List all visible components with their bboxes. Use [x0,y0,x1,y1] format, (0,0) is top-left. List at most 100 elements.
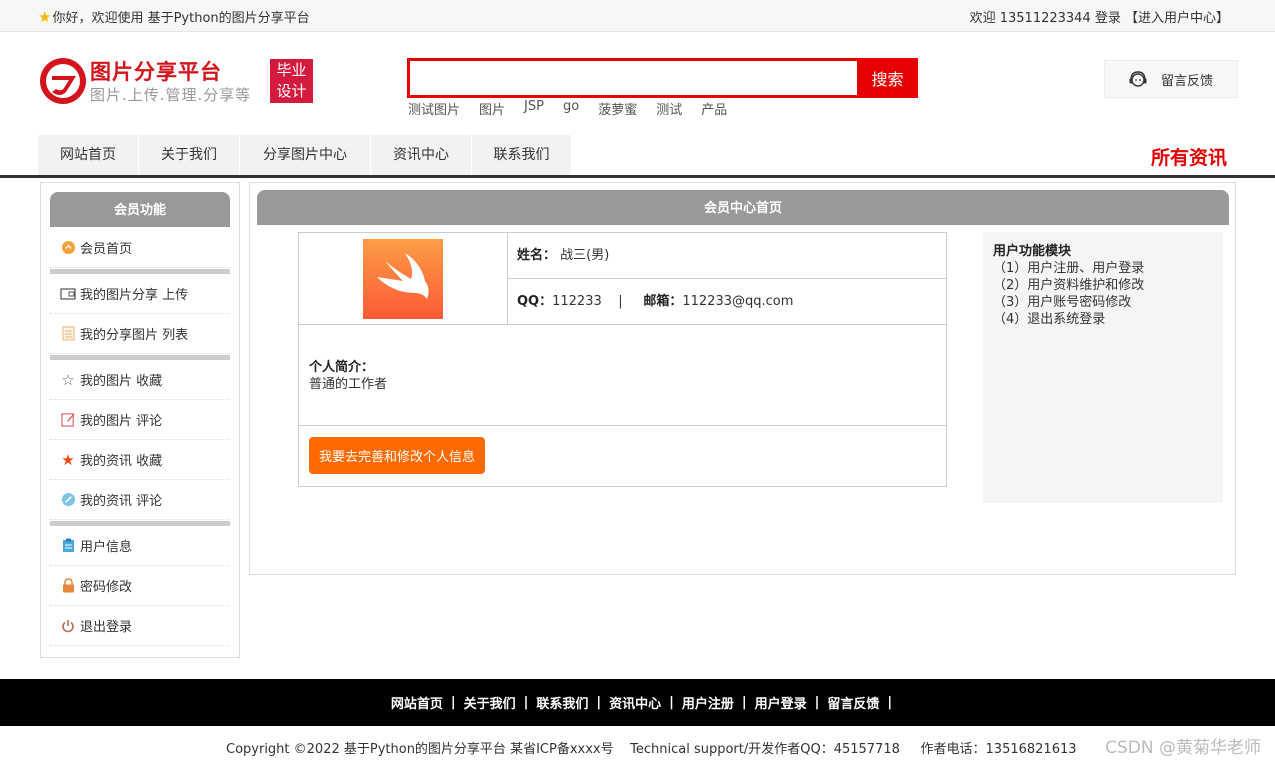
site-slogan: 图片.上传.管理.分享等 [90,86,252,104]
function-item: （2）用户资料维护和修改 [993,278,1145,293]
sidebar-title: 会员功能 [50,192,230,227]
function-item: （3）用户账号密码修改 [993,295,1132,310]
nav-item-contact[interactable]: 联系我们 [472,135,572,175]
nav-item-about[interactable]: 关于我们 [139,135,240,175]
feedback-label: 留言反馈 [1161,73,1214,89]
intro-label: 个人简介： [309,360,375,375]
footer-separator: | [814,695,820,710]
contact-separator: | [605,294,640,309]
csdn-watermark: CSDN @黄菊华老师 [1105,738,1261,758]
hot-keyword[interactable]: 测试 [656,99,682,118]
upload-icon [60,286,76,302]
footer-link-news[interactable]: 资讯中心 [609,693,661,712]
member-center-panel: 会员中心首页 姓名： 战三(男) QQ：112233 | 邮箱：112233@q… [249,182,1236,575]
footer-link-about[interactable]: 关于我们 [464,693,516,712]
avatar [363,239,443,319]
name-label: 姓名： [517,248,557,263]
name-cell: 姓名： 战三(男) [508,233,946,279]
site-logo-icon[interactable] [38,56,88,106]
contact-cell: QQ：112233 | 邮箱：112233@qq.com [508,279,946,325]
footer-link-login[interactable]: 用户登录 [755,693,807,712]
power-icon [60,618,76,634]
hot-keyword[interactable]: 产品 [701,99,727,118]
user-functions-panel: 用户功能模块 （1）用户注册、用户登录 （2）用户资料维护和修改 （3）用户账号… [983,232,1223,503]
email-label: 邮箱： [643,294,683,309]
member-sidebar: 会员功能 会员首页 我的图片分享 上传 我的分享图片 列表 ☆ 我的图片 收藏 … [40,182,240,658]
sidebar-item-label: 退出登录 [80,620,133,635]
footer-link-register[interactable]: 用户注册 [682,693,734,712]
badge-line-1: 毕业 [276,61,307,79]
hot-keyword[interactable]: 菠萝蜜 [598,99,637,118]
clipboard-icon [60,538,76,554]
feedback-button[interactable]: 留言反馈 [1104,60,1238,98]
search-input[interactable] [410,61,857,95]
list-icon [60,326,76,342]
sidebar-item-image-favorites[interactable]: ☆ 我的图片 收藏 [50,360,230,400]
search-button[interactable]: 搜索 [857,58,918,98]
comment-icon [60,492,76,508]
all-news-link[interactable]: 所有资讯 [1151,143,1227,170]
intro-cell: 个人简介： 普通的工作者 [299,325,946,426]
footer-separator: | [669,695,674,710]
sidebar-item-label: 我的图片 评论 [80,414,163,429]
hot-keyword[interactable]: JSP [524,99,544,118]
action-cell: 我要去完善和修改个人信息 [299,426,946,486]
name-value: 战三(男) [560,248,610,263]
sidebar-item-upload[interactable]: 我的图片分享 上传 [50,274,230,314]
sidebar-item-label: 我的资讯 评论 [80,494,163,509]
hot-keyword[interactable]: 测试图片 [408,99,460,118]
sidebar-item-user-info[interactable]: 用户信息 [50,526,230,566]
hot-keyword[interactable]: go [563,99,579,118]
footer-link-home[interactable]: 网站首页 [391,693,443,712]
nav-item-news[interactable]: 资讯中心 [371,135,472,175]
sidebar-item-logout[interactable]: 退出登录 [50,606,230,646]
email-value: 112233@qq.com [682,294,794,309]
sidebar-item-label: 密码修改 [80,580,133,595]
sidebar-item-label: 我的图片 收藏 [80,374,163,389]
star-outline-icon: ☆ [61,370,75,389]
hot-keywords: 测试图片 图片 JSP go 菠萝蜜 测试 产品 [408,99,746,118]
footer-separator: | [450,695,456,710]
star-icon: ★ [61,450,75,469]
qq-label: QQ： [517,294,553,309]
sidebar-item-share-list[interactable]: 我的分享图片 列表 [50,314,230,354]
nav-divider [0,175,1275,178]
footer-links: 网站首页 | 关于我们 | 联系我们 | 资讯中心 | 用户注册 | 用户登录 | 留言反馈… [0,679,1275,726]
edit-icon [60,412,76,428]
lock-icon [60,578,76,594]
footer-separator: | [741,695,747,710]
welcome-message: ★ 你好，欢迎使用 基于Python的图片分享平台 [38,7,310,27]
sidebar-item-news-favorites[interactable]: ★ 我的资讯 收藏 [50,440,230,480]
profile-table: 姓名： 战三(男) QQ：112233 | 邮箱：112233@qq.com 个… [298,232,947,487]
edit-profile-button[interactable]: 我要去完善和修改个人信息 [309,437,485,474]
footer-separator: | [887,695,893,710]
top-bar: ★ 你好，欢迎使用 基于Python的图片分享平台 欢迎 13511223344… [0,0,1275,32]
badge-line-2: 设计 [276,82,307,100]
welcome-text: 你好，欢迎使用 基于Python的图片分享平台 [52,11,310,26]
nav-item-home[interactable]: 网站首页 [38,135,139,175]
search-box [407,58,857,98]
sidebar-item-image-comments[interactable]: 我的图片 评论 [50,400,230,440]
function-item: （4）退出系统登录 [993,312,1106,327]
sidebar-item-label: 我的资讯 收藏 [80,454,163,469]
sidebar-item-news-comments[interactable]: 我的资讯 评论 [50,480,230,520]
footer-separator: | [596,695,602,710]
sidebar-item-change-password[interactable]: 密码修改 [50,566,230,606]
nav-item-share-center[interactable]: 分享图片中心 [240,135,371,175]
functions-title: 用户功能模块 [993,244,1072,259]
graduation-badge: 毕业 设计 [270,59,313,103]
hot-keyword[interactable]: 图片 [479,99,505,118]
user-login-info[interactable]: 欢迎 13511223344 登录 【进入用户中心】 [970,7,1229,26]
footer-link-feedback[interactable]: 留言反馈 [827,693,879,712]
sidebar-item-label: 用户信息 [80,540,133,555]
sidebar-item-member-home[interactable]: 会员首页 [50,228,230,268]
sidebar-item-label: 会员首页 [80,242,133,257]
site-name: 图片分享平台 [90,60,222,84]
headset-icon [1129,71,1147,87]
home-icon [60,240,76,256]
qq-value: 112233 [552,294,602,309]
copyright-text: Copyright ©2022 基于Python的图片分享平台 某省ICP备xx… [226,742,1077,757]
panel-title: 会员中心首页 [257,190,1229,225]
star-icon: ★ [38,7,52,26]
footer-link-contact[interactable]: 联系我们 [536,693,588,712]
